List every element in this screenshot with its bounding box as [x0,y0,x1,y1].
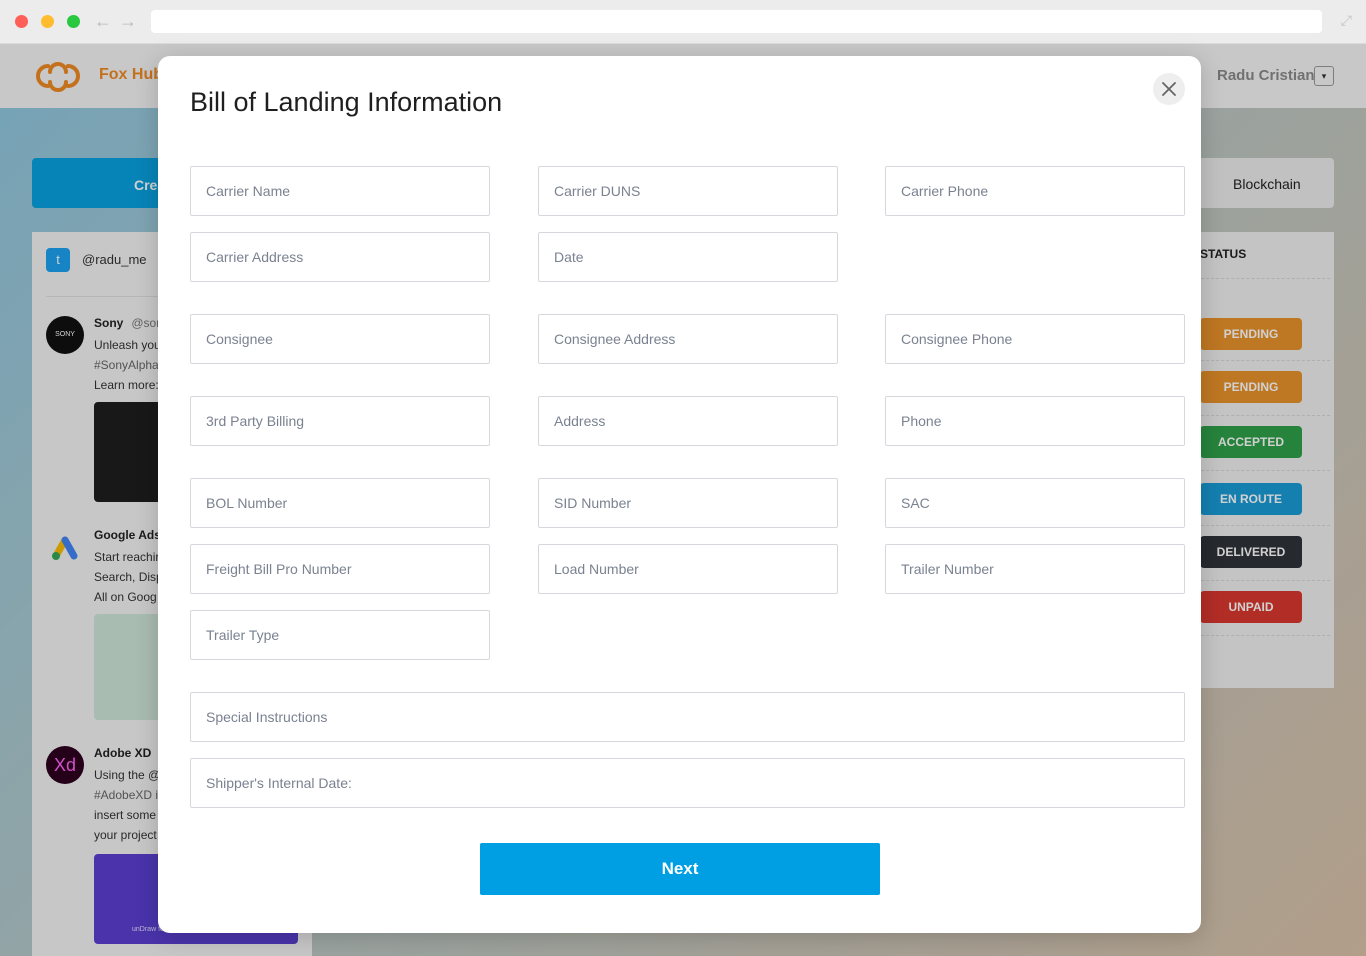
close-button[interactable] [1153,73,1185,105]
consignee-address-input[interactable] [538,314,838,364]
back-arrow-icon[interactable]: ← [94,10,112,32]
window-close-dot[interactable] [15,15,28,28]
phone-input[interactable] [885,396,1185,446]
expand-icon[interactable]: ⤢ [1341,12,1352,29]
bill-of-lading-modal: Bill of Landing Information Next [158,56,1201,933]
date-input[interactable] [538,232,838,282]
next-button[interactable]: Next [480,843,880,895]
shippers-internal-date-input[interactable] [190,758,1185,808]
carrier-name-input[interactable] [190,166,490,216]
address-bar[interactable] [151,10,1322,33]
carrier-phone-input[interactable] [885,166,1185,216]
close-icon [1162,82,1176,96]
bol-number-input[interactable] [190,478,490,528]
browser-toolbar: ← → ⤢ [0,0,1366,44]
third-party-billing-input[interactable] [190,396,490,446]
window-zoom-dot[interactable] [67,15,80,28]
sid-number-input[interactable] [538,478,838,528]
carrier-duns-input[interactable] [538,166,838,216]
window-minimize-dot[interactable] [41,15,54,28]
carrier-address-input[interactable] [190,232,490,282]
forward-arrow-icon[interactable]: → [119,10,137,32]
consignee-phone-input[interactable] [885,314,1185,364]
sac-input[interactable] [885,478,1185,528]
trailer-type-input[interactable] [190,610,490,660]
freight-bill-pro-number-input[interactable] [190,544,490,594]
load-number-input[interactable] [538,544,838,594]
modal-title: Bill of Landing Information [190,87,503,117]
address-input[interactable] [538,396,838,446]
consignee-input[interactable] [190,314,490,364]
special-instructions-input[interactable] [190,692,1185,742]
trailer-number-input[interactable] [885,544,1185,594]
